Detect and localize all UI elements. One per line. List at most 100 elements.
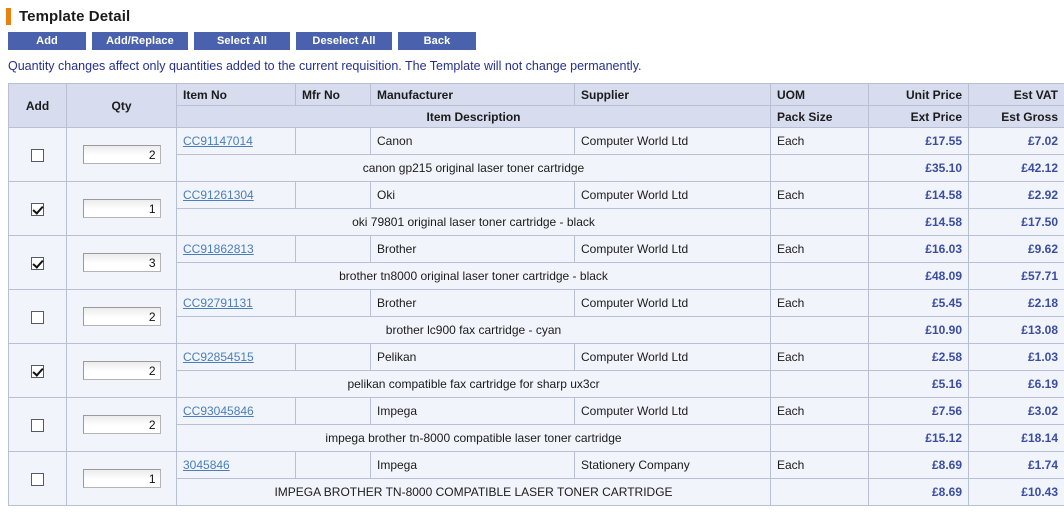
qty-input[interactable] bbox=[82, 415, 161, 434]
add-button[interactable]: Add bbox=[8, 32, 86, 50]
pack-size-cell bbox=[770, 154, 869, 182]
qty-input[interactable] bbox=[82, 361, 161, 380]
uom-cell: Each bbox=[770, 343, 869, 371]
uom-cell: Each bbox=[770, 289, 869, 317]
ext-price-cell: £5.16 bbox=[868, 370, 969, 398]
ext-price-cell: £15.12 bbox=[868, 424, 969, 452]
add-replace-button[interactable]: Add/Replace bbox=[92, 32, 188, 50]
pack-size-cell bbox=[770, 424, 869, 452]
add-checkbox[interactable] bbox=[31, 418, 44, 432]
deselect-all-button[interactable]: Deselect All bbox=[296, 32, 392, 50]
qty-cell bbox=[66, 451, 177, 506]
table-row: CC91862813BrotherComputer World LtdEach£… bbox=[8, 235, 1064, 290]
qty-cell bbox=[66, 397, 177, 452]
item-no-link[interactable]: CC92791131 bbox=[183, 296, 253, 310]
pack-size-cell bbox=[770, 316, 869, 344]
item-no-cell: CC93045846 bbox=[176, 397, 296, 425]
header-supplier: Supplier bbox=[574, 83, 771, 106]
item-description-cell: pelikan compatible fax cartridge for sha… bbox=[176, 370, 771, 398]
item-description-cell: impega brother tn-8000 compatible laser … bbox=[176, 424, 771, 452]
qty-cell bbox=[66, 235, 177, 290]
item-description-cell: IMPEGA BROTHER TN-8000 COMPATIBLE LASER … bbox=[176, 478, 771, 506]
supplier-cell: Computer World Ltd bbox=[574, 127, 771, 155]
qty-input[interactable] bbox=[82, 253, 161, 272]
manufacturer-cell: Pelikan bbox=[370, 343, 575, 371]
add-checkbox[interactable] bbox=[31, 472, 44, 486]
add-checkbox[interactable] bbox=[31, 148, 44, 162]
unit-price-cell: £16.03 bbox=[868, 235, 969, 263]
back-button[interactable]: Back bbox=[398, 32, 476, 50]
ext-price-cell: £48.09 bbox=[868, 262, 969, 290]
table-body: CC91147014CanonComputer World LtdEach£17… bbox=[8, 127, 1064, 506]
item-description-cell: oki 79801 original laser toner cartridge… bbox=[176, 208, 771, 236]
select-all-button[interactable]: Select All bbox=[194, 32, 290, 50]
item-no-cell: CC92791131 bbox=[176, 289, 296, 317]
uom-cell: Each bbox=[770, 181, 869, 209]
uom-cell: Each bbox=[770, 397, 869, 425]
est-vat-cell: £3.02 bbox=[968, 397, 1064, 425]
supplier-cell: Computer World Ltd bbox=[574, 397, 771, 425]
item-no-link[interactable]: CC93045846 bbox=[183, 404, 254, 418]
item-no-cell: CC91862813 bbox=[176, 235, 296, 263]
add-checkbox[interactable] bbox=[31, 364, 44, 378]
mfr-no-cell bbox=[295, 127, 371, 155]
table-row: 3045846 ImpegaStationery CompanyEach£8.69… bbox=[8, 451, 1064, 506]
item-no-link[interactable]: CC92854515 bbox=[183, 350, 254, 364]
manufacturer-cell: Oki bbox=[370, 181, 575, 209]
header-pack-size: Pack Size bbox=[770, 105, 869, 128]
qty-input[interactable] bbox=[82, 307, 161, 326]
header-row-1: Add Qty Item No Mfr No Manufacturer Supp… bbox=[8, 83, 1064, 128]
unit-price-cell: £5.45 bbox=[868, 289, 969, 317]
toolbar: Add Add/Replace Select All Deselect All Back bbox=[0, 26, 1064, 50]
add-cell bbox=[8, 343, 67, 398]
item-no-link[interactable]: 3045846 bbox=[183, 458, 230, 472]
add-checkbox[interactable] bbox=[31, 202, 44, 216]
uom-cell: Each bbox=[770, 127, 869, 155]
pack-size-cell bbox=[770, 370, 869, 398]
add-checkbox[interactable] bbox=[31, 310, 44, 324]
unit-price-cell: £17.55 bbox=[868, 127, 969, 155]
template-items-table: Add Qty Item No Mfr No Manufacturer Supp… bbox=[8, 83, 1064, 506]
supplier-cell: Stationery Company bbox=[574, 451, 771, 479]
table-header: Add Qty Item No Mfr No Manufacturer Supp… bbox=[8, 83, 1064, 128]
item-no-link[interactable]: CC91147014 bbox=[183, 134, 253, 148]
item-no-cell: CC91147014 bbox=[176, 127, 296, 155]
qty-input[interactable] bbox=[82, 199, 161, 218]
item-no-link[interactable]: CC91261304 bbox=[183, 188, 254, 202]
header-add: Add bbox=[8, 83, 67, 128]
est-vat-cell: £9.62 bbox=[968, 235, 1064, 263]
manufacturer-cell: Brother bbox=[370, 235, 575, 263]
item-description-cell: brother tn8000 original laser toner cart… bbox=[176, 262, 771, 290]
est-gross-cell: £18.14 bbox=[968, 424, 1064, 452]
accent-bar-icon bbox=[6, 7, 11, 25]
manufacturer-cell: Impega bbox=[370, 397, 575, 425]
header-qty: Qty bbox=[66, 83, 177, 128]
add-cell bbox=[8, 127, 67, 182]
qty-cell bbox=[66, 289, 177, 344]
qty-input[interactable] bbox=[82, 469, 161, 488]
table-row: CC91261304 OkiComputer World LtdEach£14.5… bbox=[8, 181, 1064, 236]
template-detail-page: Template Detail Add Add/Replace Select All… bbox=[0, 0, 1064, 513]
item-no-link[interactable]: CC91862813 bbox=[183, 242, 254, 256]
table-row: CC93045846 ImpegaComputer World LtdEach£7… bbox=[8, 397, 1064, 452]
header-item-no: Item No bbox=[176, 83, 296, 106]
add-checkbox[interactable] bbox=[31, 256, 44, 270]
item-description-cell: brother lc900 fax cartridge - cyan bbox=[176, 316, 771, 344]
est-gross-cell: £6.19 bbox=[968, 370, 1064, 398]
est-vat-cell: £2.92 bbox=[968, 181, 1064, 209]
est-vat-cell: £7.02 bbox=[968, 127, 1064, 155]
ext-price-cell: £10.90 bbox=[868, 316, 969, 344]
mfr-no-cell bbox=[295, 181, 371, 209]
est-vat-cell: £2.18 bbox=[968, 289, 1064, 317]
page-header: Template Detail bbox=[0, 0, 1064, 26]
unit-price-cell: £8.69 bbox=[868, 451, 969, 479]
qty-input[interactable] bbox=[82, 145, 161, 164]
unit-price-cell: £2.58 bbox=[868, 343, 969, 371]
manufacturer-cell: Brother bbox=[370, 289, 575, 317]
supplier-cell: Computer World Ltd bbox=[574, 289, 771, 317]
pack-size-cell bbox=[770, 208, 869, 236]
header-uom: UOM bbox=[770, 83, 869, 106]
instruction-text: Quantity changes affect only quantities … bbox=[8, 59, 642, 73]
unit-price-cell: £7.56 bbox=[868, 397, 969, 425]
page-title: Template Detail bbox=[19, 7, 131, 25]
